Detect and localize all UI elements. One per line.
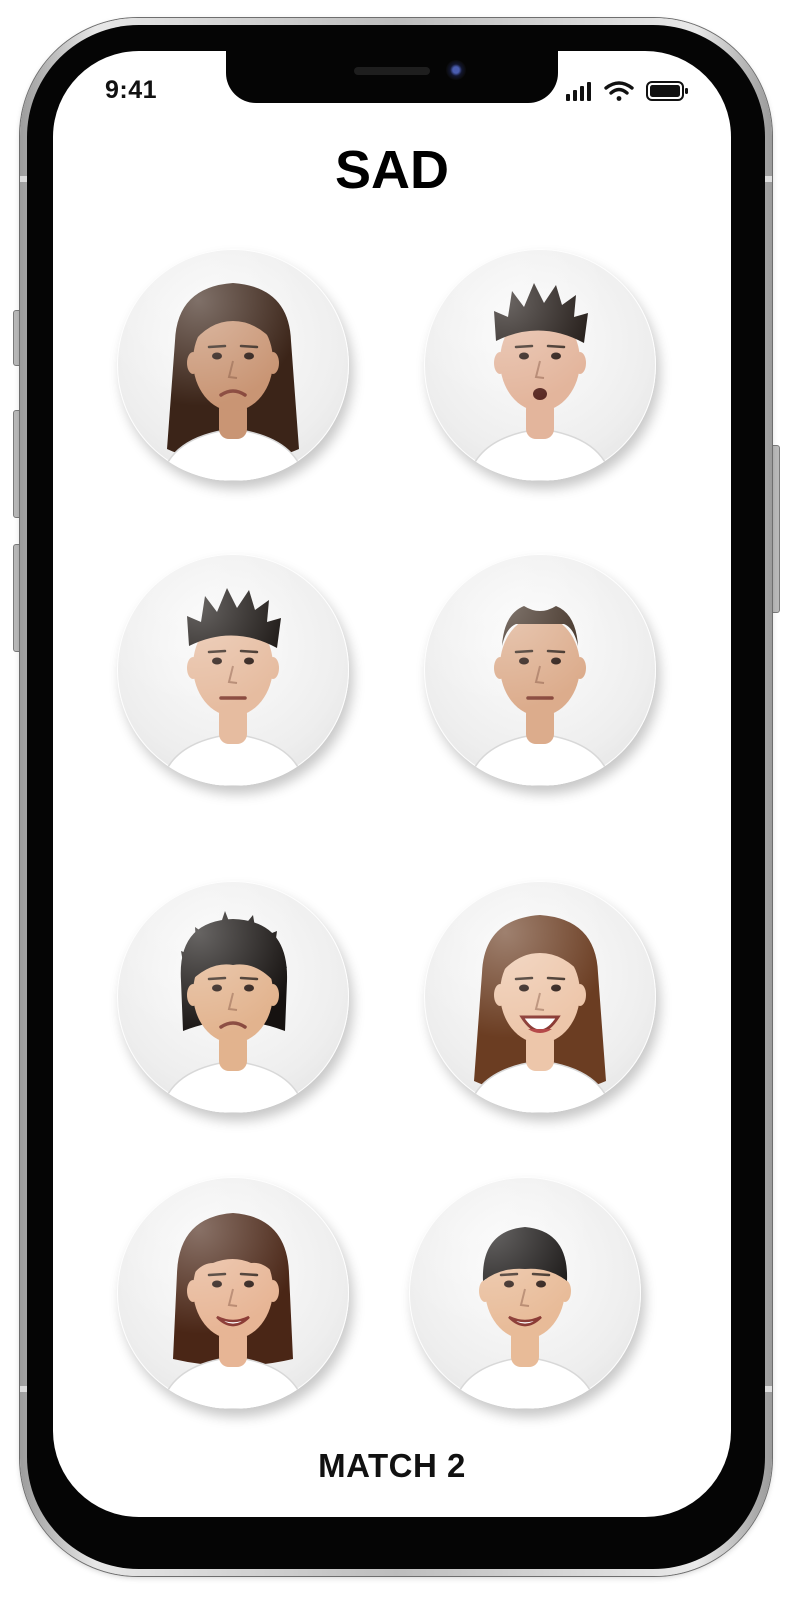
status-time: 9:41 [105, 76, 158, 104]
wifi-icon [604, 81, 634, 101]
phone-screen: 9:41 SAD MATCH 2 [53, 51, 731, 1517]
notch [226, 51, 558, 103]
antenna-band [764, 1386, 772, 1392]
face-5-option[interactable] [117, 881, 349, 1113]
match-counter: MATCH 2 [318, 1447, 466, 1484]
power-button [772, 445, 780, 613]
face-portrait-icon [160, 1213, 306, 1409]
face-portrait-icon [467, 283, 613, 481]
battery-icon [646, 81, 688, 101]
face-7-option[interactable] [117, 1177, 349, 1409]
face-portrait-icon [452, 1227, 598, 1409]
face-portrait-icon [160, 911, 306, 1113]
face-3-option[interactable] [117, 554, 349, 786]
signal-icon [566, 82, 591, 101]
earpiece-speaker [354, 67, 430, 75]
face-1-option[interactable] [117, 249, 349, 481]
face-portrait-icon [160, 283, 306, 481]
antenna-band [764, 176, 772, 182]
front-camera [446, 60, 466, 80]
device-mockup: 9:41 SAD MATCH 2 [0, 0, 800, 1605]
face-2-option[interactable] [424, 249, 656, 481]
emotion-title: SAD [334, 140, 449, 200]
face-8-option[interactable] [409, 1177, 641, 1409]
status-icons [563, 79, 693, 103]
face-portrait-icon [467, 915, 613, 1113]
face-portrait-icon [160, 588, 306, 786]
face-6-option[interactable] [424, 881, 656, 1113]
face-4-option[interactable] [424, 554, 656, 786]
face-portrait-icon [467, 606, 613, 786]
